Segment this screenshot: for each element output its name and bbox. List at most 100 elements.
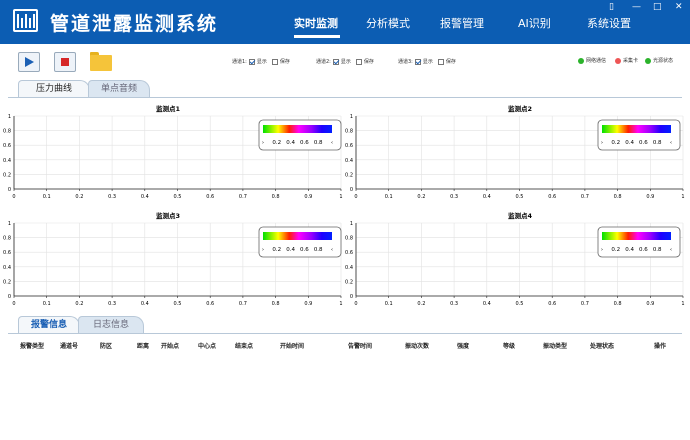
channel-3-label: 通道3: — [398, 59, 413, 65]
alarm-column-header: 振动类型 — [543, 343, 568, 350]
x-tick-label: 0.4 — [141, 301, 149, 307]
channel-2-show-label: 显示 — [340, 59, 351, 65]
colorbar-edge-right: ‹ — [331, 140, 333, 146]
x-tick-label: 1 — [681, 194, 684, 200]
y-tick-label: 0.6 — [3, 143, 11, 149]
colorbar-tick-label: 0.4 — [286, 140, 295, 146]
channel-2-save-label: 保存 — [363, 59, 374, 65]
tab-alarm-info[interactable]: 报警信息 — [18, 316, 80, 333]
y-tick-label: 0.8 — [3, 236, 11, 242]
nav-realtime-monitor[interactable]: 实时监测 — [294, 15, 338, 31]
colorbar-edge-right: ‹ — [670, 140, 672, 146]
y-tick-label: 0 — [8, 187, 11, 193]
nav-system-settings[interactable]: 系统设置 — [587, 15, 631, 31]
channel-3-show-checkbox[interactable] — [414, 58, 421, 65]
y-tick-label: 0.8 — [3, 129, 11, 135]
network-status-label: 网络通信 — [586, 58, 607, 64]
tab-single-point-audio[interactable]: 单点音频 — [88, 80, 150, 97]
channel-3-show-label: 显示 — [422, 59, 433, 65]
x-tick-label: 0.6 — [548, 194, 556, 200]
channel-1-show-checkbox[interactable] — [248, 58, 255, 65]
alarm-column-header: 通道号 — [60, 343, 79, 350]
x-tick-label: 0 — [12, 194, 15, 200]
alarm-column-header: 开始点 — [161, 343, 180, 350]
tab-log-info[interactable]: 日志信息 — [78, 316, 144, 333]
daq-status-label: 采集卡 — [623, 58, 639, 64]
colorbar-gradient — [263, 125, 332, 133]
x-tick-label: 0.7 — [581, 194, 589, 200]
y-tick-label: 1 — [350, 114, 353, 120]
x-tick-label: 0.6 — [548, 301, 556, 307]
info-tabs: 报警信息 日志信息 — [18, 316, 144, 333]
maximize-icon[interactable]: □ — [653, 2, 662, 12]
alarm-column-header: 振动次数 — [405, 343, 430, 350]
x-tick-label: 0.8 — [614, 301, 622, 307]
colorbar-gradient — [263, 232, 332, 240]
play-button[interactable] — [18, 52, 40, 72]
x-tick-label: 0.4 — [141, 194, 149, 200]
y-tick-label: 1 — [350, 221, 353, 227]
x-tick-label: 0.4 — [483, 301, 491, 307]
x-tick-label: 0.3 — [108, 194, 116, 200]
tab-pressure-curve[interactable]: 压力曲线 — [18, 80, 90, 97]
channel-1-save-label: 保存 — [279, 59, 290, 65]
y-tick-label: 0 — [350, 294, 353, 300]
channel-2-save-checkbox[interactable] — [355, 58, 362, 65]
alarm-column-header: 防区 — [100, 343, 113, 350]
colorbar-edge-left: › — [262, 247, 264, 253]
x-tick-label: 0.8 — [272, 301, 280, 307]
channel-3-save-label: 保存 — [445, 59, 456, 65]
status-daq-card: 采集卡 — [615, 57, 638, 64]
colorbar-gradient — [602, 125, 671, 133]
chart-monitor-point-1: 监测点1 0 0.1 0.2 0.3 0.4 0.5 0.6 0.7 0.8 0.9 1 0 0.2 0.4… — [0, 100, 345, 210]
y-tick-label: 0.4 — [3, 265, 11, 271]
x-tick-label: 0.8 — [614, 194, 622, 200]
x-tick-label: 1 — [681, 301, 684, 307]
y-tick-label: 0.4 — [3, 158, 11, 164]
x-tick-label: 0.9 — [646, 301, 654, 307]
channel-1-label: 通道1: — [232, 59, 247, 65]
channel-1-controls: 通道1: 显示 保存 — [232, 58, 290, 65]
alarm-column-header: 强度 — [457, 343, 470, 350]
nav-ai-recognition[interactable]: AI识别 — [518, 15, 551, 31]
title-bar: 管道泄露监测系统 实时监测 分析模式 报警管理 AI识别 系统设置 ▯ — □ … — [0, 0, 690, 44]
channel-3-controls: 通道3: 显示 保存 — [398, 58, 456, 65]
colorbar-tick-label: 0.4 — [625, 247, 634, 253]
light-status-label: 光源状态 — [653, 58, 674, 64]
x-tick-label: 0.7 — [239, 301, 247, 307]
colorbar-tick-label: 0.4 — [286, 247, 295, 253]
chart-title: 监测点3 — [156, 211, 180, 220]
x-tick-label: 1 — [339, 194, 342, 200]
x-tick-label: 0.2 — [75, 194, 83, 200]
open-folder-button[interactable] — [90, 52, 112, 71]
y-tick-label: 0.2 — [3, 279, 11, 285]
play-icon — [25, 57, 34, 67]
channel-3-save-checkbox[interactable] — [437, 58, 444, 65]
alarm-column-header: 结束点 — [235, 343, 254, 350]
nav-alarm-management[interactable]: 报警管理 — [440, 15, 484, 31]
channel-2-show-checkbox[interactable] — [332, 58, 339, 65]
stop-button[interactable] — [54, 52, 76, 72]
channel-1-save-checkbox[interactable] — [271, 58, 278, 65]
colorbar-tick-label: 0.8 — [314, 247, 323, 253]
x-tick-label: 0.2 — [75, 301, 83, 307]
colorbar-tick-label: 0.6 — [639, 140, 648, 146]
y-tick-label: 0.6 — [345, 250, 353, 256]
x-tick-label: 0.6 — [206, 301, 214, 307]
x-tick-label: 0.5 — [174, 301, 182, 307]
nav-analysis-mode[interactable]: 分析模式 — [366, 15, 410, 31]
minimize-icon[interactable]: — — [632, 2, 641, 12]
x-tick-label: 0.3 — [450, 194, 458, 200]
x-tick-label: 0.3 — [450, 301, 458, 307]
x-tick-label: 0 — [12, 301, 15, 307]
colorbar-tick-label: 0.2 — [611, 140, 620, 146]
y-tick-label: 0.2 — [345, 279, 353, 285]
colorbar-tick-label: 0.2 — [272, 140, 281, 146]
colorbar-edge-left: › — [262, 140, 264, 146]
x-tick-label: 0.4 — [483, 194, 491, 200]
restore-window-icon[interactable]: ▯ — [609, 2, 614, 12]
light-status-dot-icon — [645, 57, 651, 64]
x-tick-label: 0.2 — [417, 301, 425, 307]
close-icon[interactable]: ✕ — [675, 2, 683, 12]
x-tick-label: 0.2 — [417, 194, 425, 200]
